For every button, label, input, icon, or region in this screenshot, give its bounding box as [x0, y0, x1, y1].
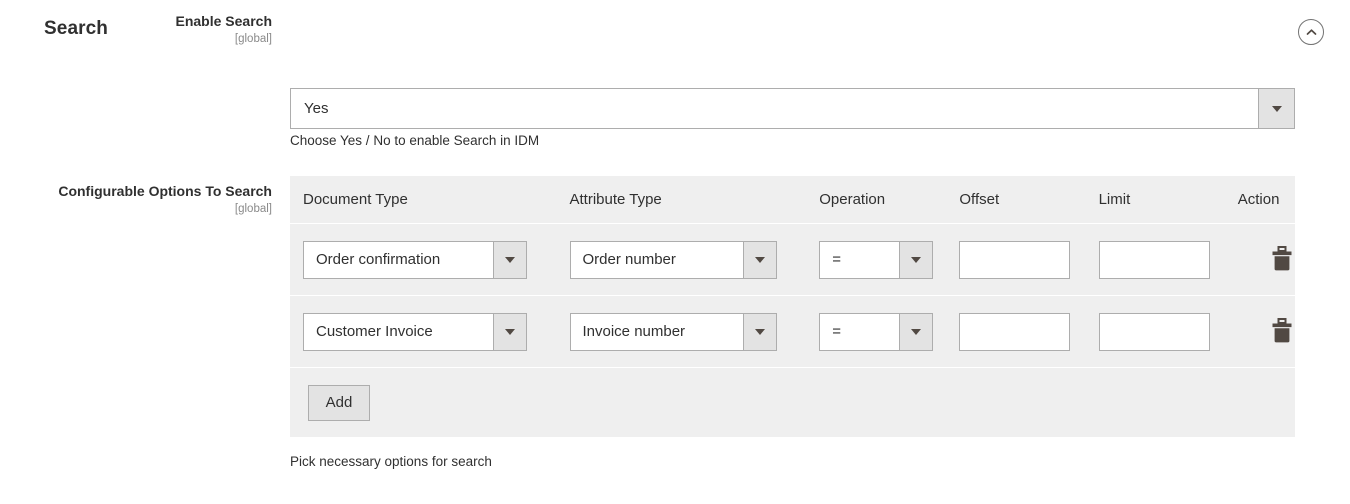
- cell-limit: [1098, 312, 1238, 351]
- cell-attribute-type: Order number: [569, 240, 820, 279]
- cell-limit: [1098, 240, 1238, 279]
- configurable-options-label: Configurable Options To Search [global]: [40, 182, 272, 217]
- cell-offset: [959, 312, 1098, 351]
- attribute-type-select[interactable]: Order number: [569, 240, 777, 279]
- attribute-type-select[interactable]: Invoice number: [569, 312, 777, 351]
- cell-offset: [959, 240, 1098, 279]
- add-button[interactable]: Add: [308, 384, 370, 421]
- chevron-down-icon[interactable]: [1258, 89, 1294, 128]
- table-footer: Add: [290, 368, 1295, 437]
- chevron-down-icon[interactable]: [899, 241, 933, 278]
- configurable-options-table: Document Type Attribute Type Operation O…: [290, 176, 1295, 437]
- cell-attribute-type: Invoice number: [569, 312, 820, 351]
- enable-search-select[interactable]: Yes: [290, 88, 1295, 129]
- enable-search-scope: [global]: [234, 33, 272, 45]
- cell-document-type: Customer Invoice: [303, 312, 570, 351]
- cell-operation: =: [819, 240, 959, 279]
- document-type-value: Customer Invoice: [316, 323, 433, 340]
- cell-action: [1238, 315, 1295, 348]
- document-type-select[interactable]: Order confirmation: [303, 240, 527, 279]
- enable-search-label: Enable Search [global]: [40, 12, 273, 47]
- column-header-operation: Operation: [819, 191, 886, 208]
- document-type-select[interactable]: Customer Invoice: [303, 312, 527, 351]
- enable-search-note: Choose Yes / No to enable Search in IDM: [290, 133, 540, 148]
- search-settings-page: Search Enable Search [global] Yes Choose…: [0, 0, 1350, 504]
- operation-value: =: [832, 323, 841, 340]
- offset-input[interactable]: [959, 240, 1071, 279]
- column-header-offset: Offset: [959, 191, 1000, 208]
- chevron-down-icon[interactable]: [493, 241, 526, 278]
- attribute-type-value: Order number: [582, 251, 676, 268]
- configurable-options-scope: [global]: [234, 203, 272, 215]
- cell-action: [1238, 243, 1295, 276]
- operation-select[interactable]: =: [819, 240, 934, 279]
- table-row: Order confirmation Order number =: [290, 224, 1295, 296]
- cell-document-type: Order confirmation: [303, 240, 570, 279]
- trash-icon[interactable]: [1269, 243, 1295, 273]
- column-header-document-type: Document Type: [303, 191, 408, 208]
- trash-icon[interactable]: [1269, 315, 1295, 345]
- column-header-action: Action: [1237, 191, 1280, 208]
- limit-input[interactable]: [1098, 240, 1210, 279]
- configurable-options-label-text: Configurable Options To Search: [58, 183, 272, 199]
- chevron-down-icon[interactable]: [493, 313, 526, 350]
- chevron-down-icon[interactable]: [742, 241, 776, 278]
- operation-value: =: [832, 251, 841, 268]
- table-row: Customer Invoice Invoice number =: [290, 296, 1295, 368]
- chevron-up-circle-icon[interactable]: [1298, 19, 1324, 45]
- document-type-value: Order confirmation: [316, 251, 441, 268]
- cell-operation: =: [819, 312, 959, 351]
- enable-search-label-text: Enable Search: [175, 13, 273, 29]
- column-header-limit: Limit: [1098, 191, 1131, 208]
- table-header-row: Document Type Attribute Type Operation O…: [290, 176, 1295, 224]
- configurable-options-note: Pick necessary options for search: [290, 454, 492, 469]
- chevron-down-icon[interactable]: [742, 313, 776, 350]
- operation-select[interactable]: =: [819, 312, 934, 351]
- attribute-type-value: Invoice number: [582, 323, 686, 340]
- offset-input[interactable]: [959, 312, 1071, 351]
- limit-input[interactable]: [1098, 312, 1210, 351]
- column-header-attribute-type: Attribute Type: [569, 191, 662, 208]
- chevron-down-icon[interactable]: [899, 313, 933, 350]
- enable-search-value: Yes: [291, 89, 1258, 128]
